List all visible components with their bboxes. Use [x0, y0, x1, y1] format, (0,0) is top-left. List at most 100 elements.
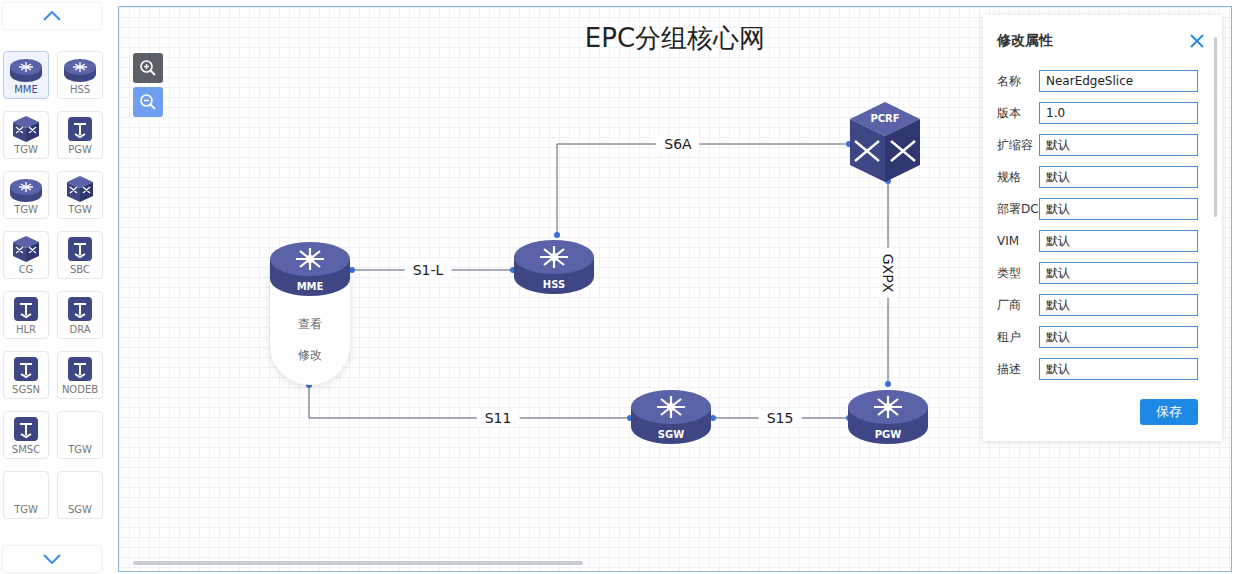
- network-node[interactable]: PCRF: [849, 101, 921, 183]
- field-label: 厂商: [997, 297, 1039, 314]
- field-input[interactable]: 默认: [1039, 294, 1198, 316]
- property-row: 描述默认: [997, 353, 1198, 385]
- network-node[interactable]: HSS: [513, 237, 595, 295]
- device-icon: [66, 355, 94, 383]
- panel-title: 修改属性: [997, 32, 1053, 50]
- field-input[interactable]: 默认: [1039, 262, 1198, 284]
- link-line[interactable]: [306, 382, 633, 421]
- palette-item[interactable]: SGW: [57, 471, 103, 519]
- field-label: 租户: [997, 329, 1039, 346]
- palette-item[interactable]: HLR: [3, 291, 49, 339]
- router-icon: [9, 57, 43, 83]
- palette-label: PGW: [68, 143, 92, 156]
- field-label: 名称: [997, 73, 1039, 90]
- palette-label: NODEB: [62, 383, 98, 396]
- palette-label: TGW: [14, 143, 38, 156]
- close-icon[interactable]: [1190, 34, 1204, 48]
- field-input[interactable]: NearEdgeSlice: [1039, 70, 1198, 92]
- link-label: S1-L: [405, 261, 452, 279]
- field-label: 部署DC: [997, 201, 1039, 218]
- palette-item[interactable]: TGW: [3, 171, 49, 219]
- field-label: 规格: [997, 169, 1039, 186]
- palette-item[interactable]: PGW: [57, 111, 103, 159]
- node-label: PCRF: [849, 113, 921, 124]
- palette-item[interactable]: TGW: [57, 411, 103, 459]
- palette-label: HSS: [70, 83, 90, 96]
- palette-item[interactable]: TGW: [3, 111, 49, 159]
- switch-icon: [12, 235, 40, 263]
- palette-label: SGSN: [12, 383, 40, 396]
- link-label: S15: [759, 409, 802, 427]
- palette-label: TGW: [68, 443, 92, 456]
- field-label: 扩缩容: [997, 137, 1039, 154]
- palette-item[interactable]: SBC: [57, 231, 103, 279]
- palette-item[interactable]: NODEB: [57, 351, 103, 399]
- field-label: 版本: [997, 105, 1039, 122]
- network-node[interactable]: PGW: [847, 387, 929, 445]
- device-icon: [66, 115, 94, 143]
- network-node[interactable]: SGW: [630, 387, 712, 445]
- palette-item[interactable]: TGW: [3, 471, 49, 519]
- field-input[interactable]: 默认: [1039, 326, 1198, 348]
- node-label: PGW: [847, 429, 929, 440]
- context-menu-item[interactable]: 查看: [298, 315, 322, 334]
- device-icon: [66, 295, 94, 323]
- palette-label: CG: [19, 263, 34, 276]
- device-icon: [12, 355, 40, 383]
- field-label: 描述: [997, 361, 1039, 378]
- horizontal-scrollbar[interactable]: [133, 561, 583, 565]
- property-row: 租户默认: [997, 321, 1198, 353]
- chevron-down-icon: [43, 554, 61, 564]
- palette-label: SGW: [68, 503, 92, 516]
- palette-label: TGW: [68, 203, 92, 216]
- property-row: VIM默认: [997, 225, 1198, 257]
- node-label: MME: [269, 281, 351, 292]
- field-input[interactable]: 默认: [1039, 134, 1198, 156]
- palette-item[interactable]: HSS: [57, 51, 103, 99]
- device-icon: [66, 235, 94, 263]
- palette-label: TGW: [14, 503, 38, 516]
- link-line[interactable]: [554, 141, 852, 238]
- zoom-button[interactable]: [133, 87, 163, 117]
- zoom-out-icon: [139, 93, 157, 111]
- link-label: GXPX: [879, 248, 897, 298]
- palette-item[interactable]: MME: [3, 51, 49, 99]
- scroll-down-button[interactable]: [3, 546, 101, 572]
- palette-label: HLR: [16, 323, 36, 336]
- link-label: S6A: [656, 135, 699, 153]
- panel-scrollbar[interactable]: [1214, 37, 1217, 217]
- field-input[interactable]: 默认: [1039, 166, 1198, 188]
- palette-label: SBC: [70, 263, 90, 276]
- palette-label: SMSC: [12, 443, 40, 456]
- save-button[interactable]: 保存: [1140, 399, 1198, 425]
- chevron-up-icon: [43, 11, 61, 21]
- palette-label: DRA: [69, 323, 90, 336]
- palette-item[interactable]: TGW: [57, 171, 103, 219]
- page: MME HSS TGW PGW TGW TGW CG SBC HLR DRA SGSN NODEB SM…: [0, 0, 1235, 574]
- property-row: 类型默认: [997, 257, 1198, 289]
- property-row: 规格默认: [997, 161, 1198, 193]
- link-label: S11: [477, 409, 520, 427]
- field-input[interactable]: 默认: [1039, 198, 1198, 220]
- field-input[interactable]: 默认: [1039, 358, 1198, 380]
- field-input[interactable]: 1.0: [1039, 102, 1198, 124]
- router-icon: [63, 57, 97, 83]
- palette-label: MME: [14, 83, 38, 96]
- field-input[interactable]: 默认: [1039, 230, 1198, 252]
- network-node[interactable]: MME: [269, 239, 351, 297]
- field-label: VIM: [997, 234, 1039, 248]
- diagram-canvas[interactable]: EPC分组核心网S1-LS6AGXPXS11S15查看修改MMEHSSPCRFS…: [118, 6, 1232, 572]
- palette-sidebar: MME HSS TGW PGW TGW TGW CG SBC HLR DRA SGSN NODEB SM…: [0, 0, 118, 574]
- context-menu-item[interactable]: 修改: [298, 346, 322, 365]
- node-label: SGW: [630, 429, 712, 440]
- properties-panel: 修改属性名称NearEdgeSlice版本1.0扩缩容默认规格默认部署DC默认V…: [983, 15, 1222, 441]
- property-row: 扩缩容默认: [997, 129, 1198, 161]
- palette-item[interactable]: CG: [3, 231, 49, 279]
- zoom-controls: [133, 53, 163, 117]
- zoom-button[interactable]: [133, 53, 163, 83]
- palette-item[interactable]: SMSC: [3, 411, 49, 459]
- palette-item[interactable]: DRA: [57, 291, 103, 339]
- palette-item[interactable]: SGSN: [3, 351, 49, 399]
- panel-header: 修改属性: [997, 23, 1204, 59]
- scroll-up-button[interactable]: [3, 3, 101, 29]
